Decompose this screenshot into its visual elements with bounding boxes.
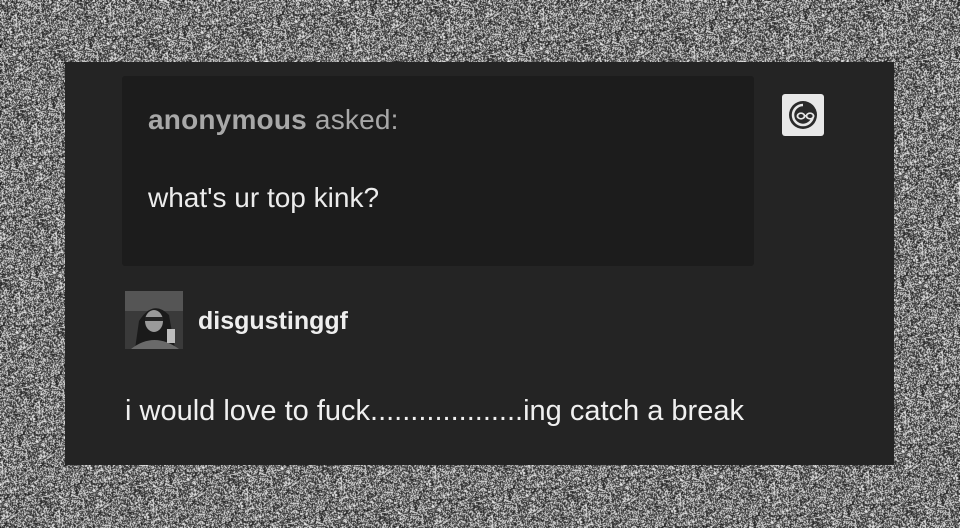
answer-text: i would love to fuck...................i…: [125, 395, 744, 427]
asker-name[interactable]: anonymous: [148, 104, 307, 135]
ask-header: anonymous asked:: [148, 104, 399, 136]
tumblr-post-card: anonymous asked: what's ur top kink? dis…: [65, 62, 894, 465]
asked-label: asked:: [306, 104, 399, 135]
anon-sunglasses-icon[interactable]: [782, 94, 824, 136]
blog-name[interactable]: disgustinggf: [198, 307, 348, 336]
user-avatar[interactable]: [125, 291, 183, 349]
ask-question: what's ur top kink?: [148, 182, 380, 213]
ask-box: anonymous asked: what's ur top kink?: [122, 76, 754, 266]
